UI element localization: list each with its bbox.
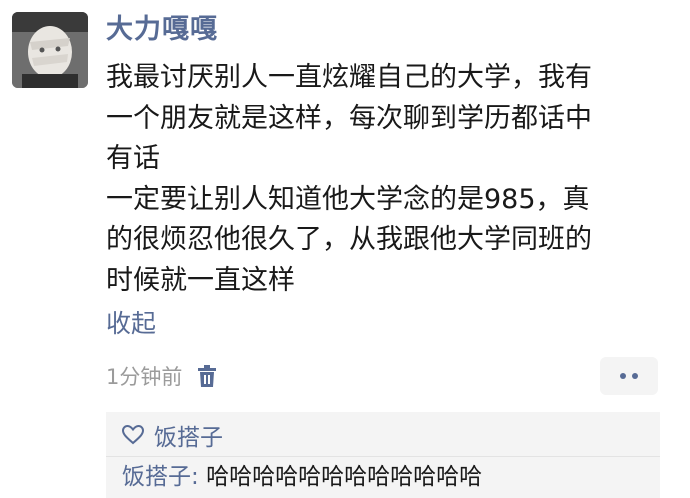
- moment-post: 大力嘎嘎 我最讨厌别人一直炫耀自己的大学，我有 一个朋友就是这样，每次聊到学历都…: [0, 0, 690, 498]
- post-author-name[interactable]: 大力嘎嘎: [106, 12, 218, 48]
- more-dots-icon[interactable]: [600, 357, 658, 395]
- avatar[interactable]: [12, 12, 88, 88]
- trash-icon[interactable]: [196, 364, 218, 388]
- more-dot: [620, 373, 626, 379]
- comment-item[interactable]: 饭搭子: 哈哈哈哈哈哈哈哈哈哈哈哈: [122, 460, 482, 494]
- comment-text: 哈哈哈哈哈哈哈哈哈哈哈哈: [206, 464, 483, 490]
- more-dot: [632, 373, 638, 379]
- collapse-link[interactable]: 收起: [106, 307, 156, 341]
- post-content-line: 的很烦忍他很久了，从我跟他大学同班的: [106, 224, 592, 255]
- likes-row: 饭搭子: [121, 418, 223, 452]
- avatar-image: [12, 12, 88, 88]
- heart-icon: [121, 424, 145, 445]
- likes-comments-panel: 饭搭子 饭搭子: 哈哈哈哈哈哈哈哈哈哈哈哈: [106, 412, 660, 498]
- comment-separator: :: [191, 464, 207, 490]
- post-meta: 1分钟前: [106, 360, 218, 392]
- post-content-line: 一个朋友就是这样，每次聊到学历都话中: [106, 102, 592, 134]
- post-content-line: 有话: [106, 143, 160, 174]
- comment-author[interactable]: 饭搭子: [122, 464, 191, 490]
- post-content-line: 时候就一直这样: [106, 264, 295, 296]
- post-time: 1分钟前: [106, 365, 183, 389]
- like-user-name[interactable]: 饭搭子: [154, 418, 223, 452]
- post-content-line: 一定要让别人知道他大学念的是985，真: [106, 183, 590, 215]
- panel-divider: [106, 456, 660, 457]
- post-content: 我最讨厌别人一直炫耀自己的大学，我有 一个朋友就是这样，每次聊到学历都话中 有话…: [106, 58, 666, 301]
- post-content-line: 我最讨厌别人一直炫耀自己的大学，我有: [106, 62, 592, 93]
